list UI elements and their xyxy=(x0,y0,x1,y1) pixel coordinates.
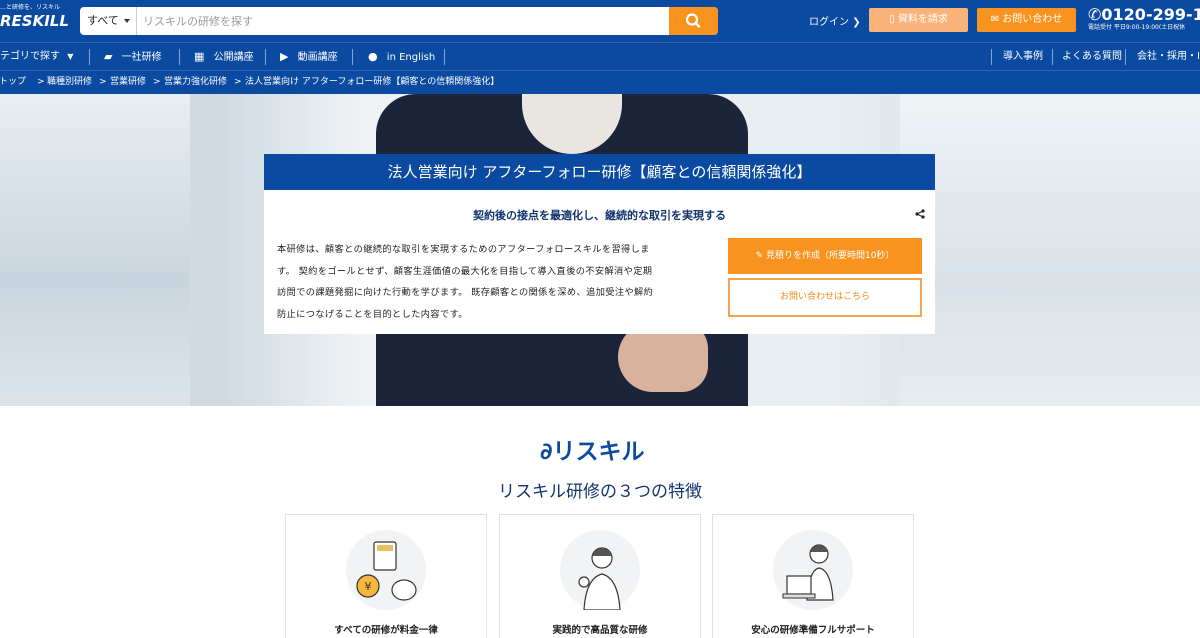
calendar-icon: ▦ xyxy=(194,50,205,63)
breadcrumb-separator: > xyxy=(37,77,45,87)
feature-card[interactable]: 安心の研修準備フルサポート xyxy=(712,514,914,638)
chevron-right-icon: ❯ xyxy=(852,17,861,28)
description-line: 訪問での課題発掘に向けた行動を学びます。 既存顧客との関係を深め、追加受注や解約 xyxy=(277,287,654,298)
search-bar: すべて xyxy=(80,7,718,35)
share-icon[interactable] xyxy=(915,209,925,219)
login-link[interactable]: ログイン ❯ xyxy=(809,13,861,28)
hero-background-right xyxy=(900,94,1200,406)
search-icon xyxy=(685,13,701,28)
nav-item-label: 動画講座 xyxy=(297,52,338,63)
feature-label: すべての研修が料金一律 xyxy=(334,625,438,636)
nav-company[interactable]: 会社・採用・IR xyxy=(1137,43,1200,71)
document-icon: ▯ xyxy=(889,14,895,25)
nav-category[interactable]: テゴリで探す ▼ xyxy=(0,43,73,71)
nav-item-label: 一社研修 xyxy=(121,52,162,63)
nav-divider xyxy=(179,49,180,65)
nav-divider xyxy=(1052,49,1053,65)
breadcrumb-item[interactable]: 営業研修 xyxy=(110,71,146,93)
ok-sign-person-icon xyxy=(578,547,621,611)
phone-number-text: 0120-299-1 xyxy=(1101,5,1200,24)
nav-divider xyxy=(89,49,90,65)
play-circle-icon: ▶ xyxy=(280,50,289,63)
breadcrumb-separator: > xyxy=(234,77,242,87)
phone-info[interactable]: ✆0120-299-1 電話受付 平日9:00-19:00(土日祝休 xyxy=(1088,5,1200,32)
search-scope-select[interactable]: すべて xyxy=(80,7,137,35)
hero-background-left xyxy=(0,94,190,406)
feature-card[interactable]: ¥ すべての研修が料金一律 xyxy=(285,514,487,638)
search-button[interactable] xyxy=(669,7,718,35)
breadcrumb-item[interactable]: 営業力強化研修 xyxy=(164,71,227,93)
feature-card[interactable]: 実践的で高品質な研修 xyxy=(499,514,701,638)
description-line: 防止につなげることを目的とした内容です。 xyxy=(277,308,468,320)
login-label: ログイン xyxy=(809,17,849,28)
phone-number: ✆0120-299-1 xyxy=(1088,5,1200,24)
nav-divider xyxy=(352,49,353,65)
nav-item-label: 公開講座 xyxy=(213,52,254,63)
presentation-icon: ▰ xyxy=(104,50,113,63)
phone-hours: 電話受付 平日9:00-19:00(土日祝休 xyxy=(1088,24,1186,31)
feature-illustration xyxy=(560,530,640,611)
logo-tagline: …と研修を、リスキル xyxy=(0,4,61,11)
nav-item-public[interactable]: ▦ 公開講座 xyxy=(194,43,254,71)
brand-logo: ∂リスキル xyxy=(540,432,645,466)
support-operator-icon xyxy=(782,544,834,601)
nav-item-label: in English xyxy=(386,52,436,63)
site-logo[interactable]: …と研修を、リスキル RESKILL xyxy=(0,4,69,30)
breadcrumb-item[interactable]: トップ xyxy=(0,71,26,93)
doc-request-label: 資料を請求 xyxy=(897,14,948,25)
course-subtitle: 契約後の接点を最適化し、継続的な取引を実現する xyxy=(473,209,726,222)
breadcrumb-separator: > xyxy=(99,77,107,87)
mail-icon: ✉ xyxy=(990,14,1000,25)
breadcrumb-current: 法人営業向け アフターフォロー研修【顧客との信頼関係強化】 xyxy=(245,77,500,87)
phone-icon: ✆ xyxy=(1088,5,1102,24)
search-input[interactable] xyxy=(137,7,667,35)
course-card: 法人営業向け アフターフォロー研修【顧客との信頼関係強化】 契約後の接点を最適化… xyxy=(264,154,935,334)
globe-icon: ● xyxy=(368,50,378,63)
contact-label: お問い合わせ xyxy=(1002,14,1063,25)
logo-name: RESKILL xyxy=(0,12,69,30)
features-title: リスキル研修の３つの特徴 xyxy=(498,482,702,502)
estimate-label: 見積りを作成（所要時間10秒） xyxy=(765,251,895,261)
svg-text:¥: ¥ xyxy=(365,580,372,593)
breadcrumb-separator: > xyxy=(153,77,161,87)
nav-divider xyxy=(1125,49,1126,65)
breadcrumb-item[interactable]: 職種別研修 xyxy=(47,71,92,93)
caret-down-icon: ▼ xyxy=(67,52,74,61)
description-line: す。 契約をゴールとせず、顧客生涯価値の最大化を目指して導入直後の不安解消や定期 xyxy=(277,265,653,277)
brand-name: リスキル xyxy=(552,439,645,465)
main-nav: テゴリで探す ▼ ▰ 一社研修 ▦ 公開講座 ▶ 動画講座 ● in Engli… xyxy=(0,42,1200,70)
nav-item-video[interactable]: ▶ 動画講座 xyxy=(280,43,338,71)
feature-label: 実践的で高品質な研修 xyxy=(552,625,648,636)
estimate-button[interactable]: ✎ 見積りを作成（所要時間10秒） xyxy=(728,238,922,274)
nav-divider xyxy=(265,49,266,65)
nav-case-studies[interactable]: 導入事例 xyxy=(1003,43,1043,71)
search-scope-label: すべて xyxy=(87,14,119,27)
course-description: 本研修は、顧客との継続的な取引を実現するためのアフターフォロースキルを習得しま … xyxy=(277,239,717,325)
nav-divider xyxy=(444,49,445,65)
site-header: …と研修を、リスキル RESKILL すべて ログイン ❯ ▯ 資料を請求 ✉ … xyxy=(0,0,1200,42)
course-title: 法人営業向け アフターフォロー研修【顧客との信頼関係強化】 xyxy=(264,154,935,190)
brand-mark-icon: ∂ xyxy=(540,439,553,465)
nav-item-onsite[interactable]: ▰ 一社研修 xyxy=(104,43,162,71)
feature-label: 安心の研修準備フルサポート xyxy=(751,625,875,636)
nav-category-label: テゴリで探す xyxy=(0,51,60,62)
feature-illustration xyxy=(773,530,853,610)
nav-divider xyxy=(991,49,992,65)
doc-request-button[interactable]: ▯ 資料を請求 xyxy=(869,8,968,32)
nav-faq[interactable]: よくある質問 xyxy=(1062,43,1122,71)
calculator-coin-icon: ¥ xyxy=(356,541,417,601)
description-line: 本研修は、顧客との継続的な取引を実現するためのアフターフォロースキルを習得しま xyxy=(277,244,650,255)
breadcrumb: トップ > 職種別研修 > 営業研修 > 営業力強化研修 > 法人営業向け アフ… xyxy=(0,70,1200,94)
caret-down-icon xyxy=(124,19,130,23)
nav-item-english[interactable]: ● in English xyxy=(368,43,435,71)
inquiry-button[interactable]: お問い合わせはこちら xyxy=(728,278,922,317)
pencil-icon: ✎ xyxy=(755,251,764,261)
feature-illustration: ¥ xyxy=(346,530,426,610)
contact-button[interactable]: ✉ お問い合わせ xyxy=(977,8,1076,32)
